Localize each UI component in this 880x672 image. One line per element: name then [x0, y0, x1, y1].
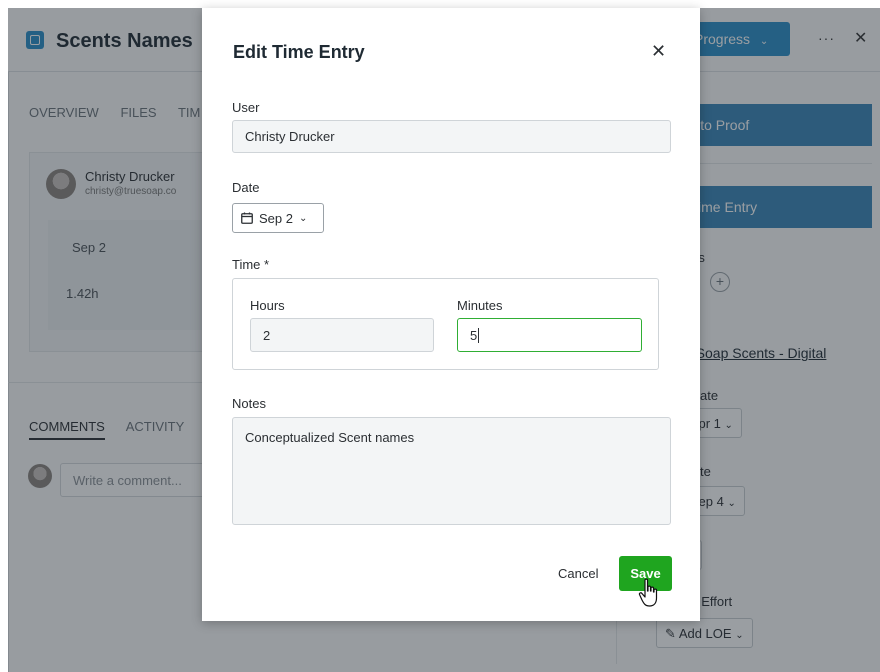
cancel-button[interactable]: Cancel — [558, 566, 598, 581]
close-icon[interactable]: ✕ — [651, 41, 666, 62]
minutes-value: 5 — [470, 327, 478, 343]
notes-textarea[interactable]: Conceptualized Scent names — [232, 417, 671, 525]
time-label: Time * — [232, 257, 270, 272]
calendar-icon — [241, 212, 253, 224]
modal-title: Edit Time Entry — [233, 42, 365, 62]
minutes-label: Minutes — [457, 298, 503, 313]
date-value: Sep 2 — [259, 210, 293, 226]
chevron-down-icon: ⌄ — [298, 212, 308, 224]
notes-label: Notes — [232, 396, 266, 411]
user-label: User — [232, 100, 260, 115]
minutes-input[interactable]: 5 — [457, 318, 642, 352]
user-field[interactable]: Christy Drucker — [232, 120, 671, 153]
hours-label: Hours — [250, 298, 285, 313]
hand-cursor-icon — [638, 578, 658, 607]
date-picker-button[interactable]: Sep 2 ⌄ — [232, 203, 324, 233]
edit-time-entry-modal: Edit Time Entry ✕ User Christy Drucker D… — [202, 8, 700, 621]
hours-input[interactable]: 2 — [250, 318, 434, 352]
text-caret — [478, 327, 480, 343]
date-label: Date — [232, 180, 260, 195]
